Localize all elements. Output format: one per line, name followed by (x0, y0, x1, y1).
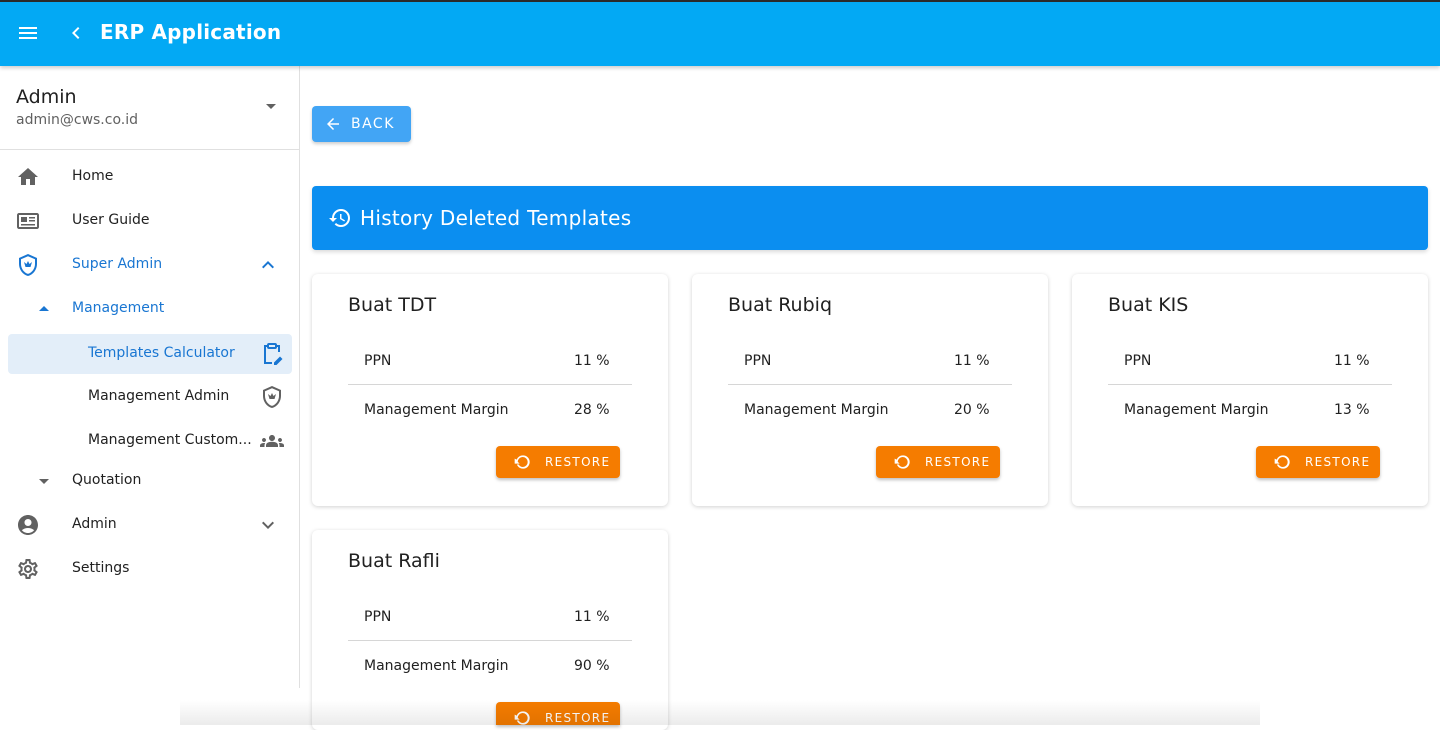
sidebar-item-management[interactable]: Management (8, 289, 292, 329)
row-value: 11 % (1334, 353, 1370, 369)
user-profile: Admin admin@cws.co.id (0, 66, 299, 150)
row-value: 13 % (1334, 402, 1370, 418)
card-row: Management Margin 90 % (348, 642, 632, 690)
sidebar-item-user-guide[interactable]: User Guide (8, 201, 292, 241)
user-name: Admin (16, 86, 77, 108)
row-value: 28 % (574, 402, 610, 418)
back-button-label: BACK (351, 116, 395, 132)
row-value: 11 % (574, 609, 610, 625)
sidebar-item-settings[interactable]: Settings (8, 549, 292, 589)
card-title: Buat TDT (348, 294, 437, 316)
card-title: Buat Rubiq (728, 294, 832, 316)
card-row: Management Margin 13 % (1108, 386, 1392, 434)
row-key: PPN (364, 609, 392, 625)
restore-button-label: RESTORE (1305, 455, 1371, 469)
card-row: Management Margin 20 % (728, 386, 1012, 434)
row-key: Management Margin (744, 402, 889, 418)
sidebar-item-label: Management Custom... (88, 432, 252, 448)
sidebar-item-label: Quotation (72, 472, 142, 488)
card-title: Buat Rafli (348, 550, 440, 572)
row-key: PPN (744, 353, 772, 369)
sidebar-item-admin[interactable]: Admin (8, 505, 292, 545)
sidebar-item-templates-calculator[interactable]: Templates Calculator (8, 334, 292, 374)
gear-icon (18, 559, 38, 579)
card-row: PPN 11 % (728, 337, 1012, 385)
sidebar-item-label: Super Admin (72, 256, 163, 272)
sidebar: Admin admin@cws.co.id Home User Guide Su… (0, 66, 300, 688)
row-value: 20 % (954, 402, 990, 418)
card-row: PPN 11 % (1108, 337, 1392, 385)
main-content: BACK History Deleted Templates Buat TDT … (300, 66, 1440, 730)
card-title: Buat KIS (1108, 294, 1189, 316)
restore-button[interactable]: RESTORE (496, 702, 620, 725)
template-card: Buat TDT PPN 11 % Management Margin 28 %… (312, 274, 668, 506)
row-value: 11 % (574, 353, 610, 369)
template-card: Buat Rubiq PPN 11 % Management Margin 20… (692, 274, 1048, 506)
sidebar-item-label: Home (72, 168, 114, 184)
restore-button-label: RESTORE (545, 711, 611, 725)
arrow-left-icon (327, 118, 339, 130)
restore-icon (514, 711, 530, 725)
row-key: Management Margin (1124, 402, 1269, 418)
restore-icon (514, 455, 530, 469)
app-bar: ERP Application (0, 0, 1440, 66)
sidebar-item-label: Management (72, 300, 165, 316)
history-icon (329, 209, 350, 227)
chevron-down-icon[interactable] (256, 513, 280, 537)
guide-icon (17, 213, 39, 229)
sidebar-item-label: Admin (72, 516, 117, 532)
chevron-up-icon[interactable] (256, 253, 280, 277)
people-icon (260, 435, 284, 447)
row-key: PPN (364, 353, 392, 369)
restore-button-label: RESTORE (545, 455, 611, 469)
card-row: PPN 11 % (348, 593, 632, 641)
row-key: PPN (1124, 353, 1152, 369)
template-card: Buat KIS PPN 11 % Management Margin 13 %… (1072, 274, 1428, 506)
menu-icon[interactable] (16, 21, 40, 45)
restore-icon (1274, 455, 1290, 469)
restore-icon (894, 455, 910, 469)
sidebar-item-super-admin[interactable]: Super Admin (8, 245, 292, 285)
restore-button[interactable]: RESTORE (876, 446, 1000, 478)
row-value: 11 % (954, 353, 990, 369)
page-title: History Deleted Templates (360, 206, 632, 230)
expanded-arrow-icon (39, 306, 49, 311)
template-card: Buat Rafli PPN 11 % Management Margin 90… (312, 530, 668, 730)
card-row: PPN 11 % (348, 337, 632, 385)
app-title: ERP Application (100, 20, 282, 44)
restore-button-label: RESTORE (925, 455, 991, 469)
shield-crown-icon (263, 386, 281, 408)
row-value: 90 % (574, 658, 610, 674)
clipboard-edit-icon (264, 343, 283, 365)
chevron-left-icon[interactable] (64, 21, 88, 45)
user-email: admin@cws.co.id (16, 112, 139, 128)
sidebar-item-label: User Guide (72, 212, 150, 228)
user-menu-dropdown-icon[interactable] (266, 104, 276, 109)
card-row: Management Margin 28 % (348, 386, 632, 434)
restore-button[interactable]: RESTORE (496, 446, 620, 478)
sidebar-item-management-customer[interactable]: Management Custom... (8, 421, 292, 461)
sidebar-item-home[interactable]: Home (8, 157, 292, 197)
collapsed-arrow-icon (39, 479, 49, 484)
sidebar-item-label: Management Admin (88, 388, 230, 404)
row-key: Management Margin (364, 402, 509, 418)
home-icon (18, 168, 38, 185)
back-button[interactable]: BACK (312, 106, 411, 142)
sidebar-item-label: Templates Calculator (88, 345, 235, 361)
restore-button[interactable]: RESTORE (1256, 446, 1380, 478)
page-title-banner: History Deleted Templates (312, 186, 1428, 250)
sidebar-item-label: Settings (72, 560, 130, 576)
row-key: Management Margin (364, 658, 509, 674)
sidebar-item-quotation[interactable]: Quotation (8, 461, 292, 501)
sidebar-item-management-admin[interactable]: Management Admin (8, 377, 292, 417)
shield-crown-icon (19, 254, 37, 276)
account-circle-icon (18, 515, 38, 535)
